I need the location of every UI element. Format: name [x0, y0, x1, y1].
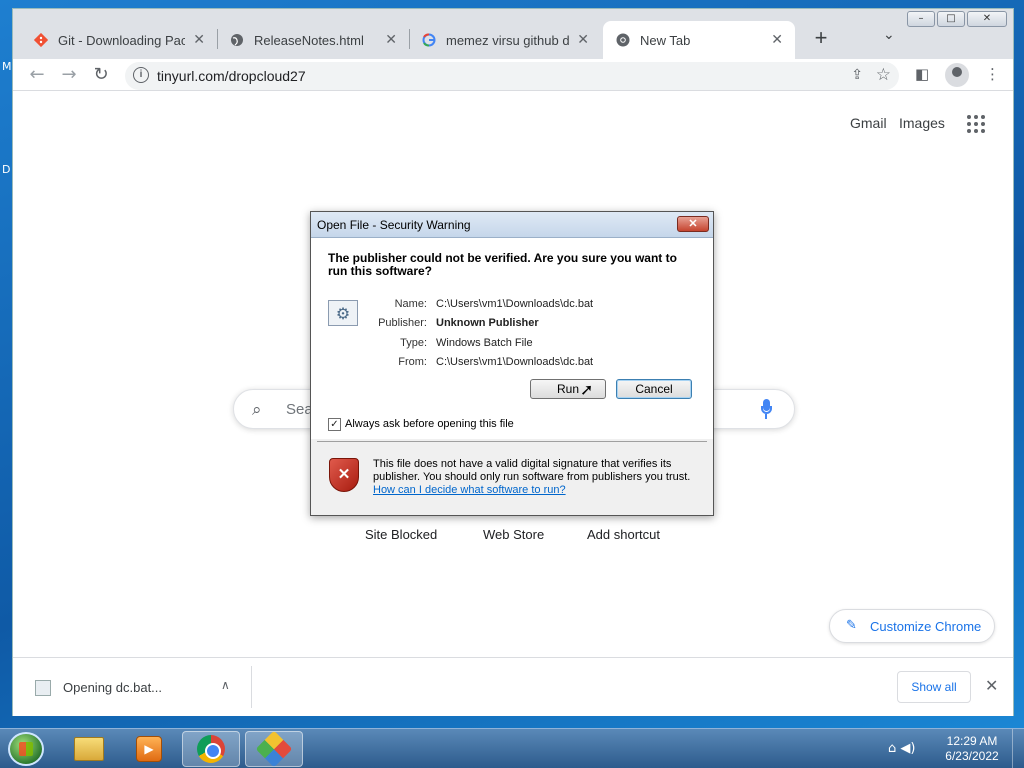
new-tab-button[interactable]: + [807, 25, 835, 53]
chrome-icon [615, 32, 631, 48]
taskbar: ▶ ⌂ ◀) 12:29 AM 6/23/2022 [0, 728, 1024, 768]
address-bar[interactable]: i tinyurl.com/dropcloud27 ⇪ ☆ [125, 62, 899, 90]
dialog-close-button[interactable]: ✕ [677, 216, 709, 232]
shortcut-site-blocked[interactable]: Site Blocked [365, 527, 437, 542]
folder-icon [74, 737, 104, 761]
from-value: C:\Users\vm1\Downloads\dc.bat [436, 356, 594, 368]
warning-shield-icon: ✕ [329, 458, 359, 492]
close-tab-icon[interactable]: ✕ [771, 32, 783, 48]
gmail-link[interactable]: Gmail [850, 115, 887, 131]
clock[interactable]: 12:29 AM 6/23/2022 [942, 734, 1002, 764]
profile-avatar-icon[interactable] [945, 63, 969, 87]
tab-git[interactable]: Git - Downloading Package ✕ [21, 21, 217, 59]
close-window-button[interactable]: ✕ [967, 11, 1007, 27]
chevron-up-icon[interactable]: ∧ [221, 678, 230, 692]
voice-search-mic-icon[interactable] [760, 399, 772, 419]
chrome-icon [197, 735, 225, 763]
publisher-value: Unknown Publisher [436, 317, 539, 329]
dialog-body: The publisher could not be verified. Are… [311, 238, 713, 439]
name-value: C:\Users\vm1\Downloads\dc.bat [436, 298, 594, 310]
forward-button[interactable]: → [57, 63, 81, 87]
side-panel-icon[interactable]: ◧ [915, 65, 929, 83]
images-link[interactable]: Images [899, 115, 945, 131]
explorer-taskbar-button[interactable] [60, 731, 118, 767]
google-apps-icon[interactable] [967, 115, 985, 133]
tab-release-notes[interactable]: ReleaseNotes.html ✕ [217, 21, 409, 59]
batch-file-icon [35, 680, 51, 696]
download-shelf: Opening dc.bat... ∧ Show all ✕ [13, 657, 1013, 716]
git-icon [33, 32, 49, 48]
shortcut-web-store[interactable]: Web Store [483, 527, 544, 542]
desktop-icon-label[interactable]: D [2, 163, 10, 176]
customize-chrome-button[interactable]: ✎ Customize Chrome [829, 609, 995, 643]
close-tab-icon[interactable]: ✕ [385, 32, 397, 48]
media-player-icon: ▶ [136, 736, 162, 762]
always-ask-label[interactable]: Always ask before opening this file [345, 418, 514, 430]
mouse-cursor-icon: ➚ [580, 380, 594, 399]
close-tab-icon[interactable]: ✕ [577, 32, 589, 48]
always-ask-checkbox[interactable]: ✓ [328, 418, 341, 431]
system-tray-icons[interactable]: ⌂ ◀) [888, 741, 915, 756]
customize-chrome-label: Customize Chrome [870, 619, 982, 634]
share-icon[interactable]: ⇪ [851, 67, 863, 83]
dialog-divider [317, 441, 707, 442]
help-link[interactable]: How can I decide what software to run? [373, 484, 566, 496]
close-tab-icon[interactable]: ✕ [193, 32, 205, 48]
bookmark-star-icon[interactable]: ☆ [876, 65, 891, 85]
browser-toolbar: ← → ↻ i tinyurl.com/dropcloud27 ⇪ ☆ ◧ ⋮ [13, 59, 1013, 91]
close-shelf-icon[interactable]: ✕ [985, 676, 998, 695]
chrome-menu-icon[interactable]: ⋮ [985, 65, 1000, 83]
maximize-button[interactable]: □ [937, 11, 965, 27]
run-button[interactable]: Run [530, 379, 606, 399]
pencil-icon: ✎ [846, 618, 857, 633]
publisher-label: Publisher: [378, 317, 427, 329]
tab-strip: – □ ✕ Git - Downloading Package ✕ Releas… [13, 9, 1013, 59]
tab-title: ReleaseNotes.html [254, 32, 364, 48]
type-label: Type: [400, 337, 427, 349]
tab-title: Git - Downloading Package [58, 32, 186, 48]
desktop-icon-label[interactable]: M [2, 60, 12, 73]
clock-time: 12:29 AM [946, 734, 998, 748]
media-player-taskbar-button[interactable]: ▶ [120, 731, 178, 767]
type-value: Windows Batch File [436, 337, 533, 349]
signature-warning-text: This file does not have a valid digital … [373, 458, 691, 483]
back-button[interactable]: ← [25, 63, 49, 87]
dialog-question: The publisher could not be verified. Are… [328, 251, 677, 278]
dialog-title: Open File - Security Warning [317, 218, 471, 232]
tab-search-icon[interactable]: ⌄ [883, 27, 895, 43]
reload-button[interactable]: ↻ [89, 63, 113, 87]
show-all-downloads-button[interactable]: Show all [897, 671, 971, 703]
shelf-divider [251, 666, 252, 708]
tab-google-search[interactable]: memez virsu github dov ✕ [409, 21, 601, 59]
tab-title: New Tab [640, 32, 691, 48]
dialog-title-bar: Open File - Security Warning ✕ [311, 212, 713, 238]
from-label: From: [398, 356, 427, 368]
url-text[interactable]: tinyurl.com/dropcloud27 [157, 68, 306, 84]
tab-title: memez virsu github dov [446, 32, 570, 48]
search-placeholder: Sea [286, 401, 313, 418]
google-icon [421, 32, 437, 48]
download-item-name[interactable]: Opening dc.bat... [63, 680, 162, 695]
globe-icon [229, 32, 245, 48]
name-label: Name: [394, 298, 427, 310]
chrome-taskbar-button[interactable] [182, 731, 240, 767]
site-info-icon[interactable]: i [133, 67, 149, 83]
show-desktop-button[interactable] [1012, 729, 1024, 768]
search-icon: ⌕ [252, 400, 262, 420]
cancel-button[interactable]: Cancel [616, 379, 692, 399]
app-taskbar-button[interactable] [245, 730, 303, 768]
clock-date: 6/23/2022 [945, 749, 999, 763]
minimize-button[interactable]: – [907, 11, 935, 27]
tab-new-tab[interactable]: New Tab ✕ [603, 21, 795, 59]
start-button[interactable] [8, 732, 44, 766]
security-warning-dialog: Open File - Security Warning ✕ The publi… [310, 211, 714, 516]
app-icon [255, 730, 293, 768]
window-controls: – □ ✕ [907, 11, 1007, 27]
shortcut-add[interactable]: Add shortcut [587, 527, 660, 542]
